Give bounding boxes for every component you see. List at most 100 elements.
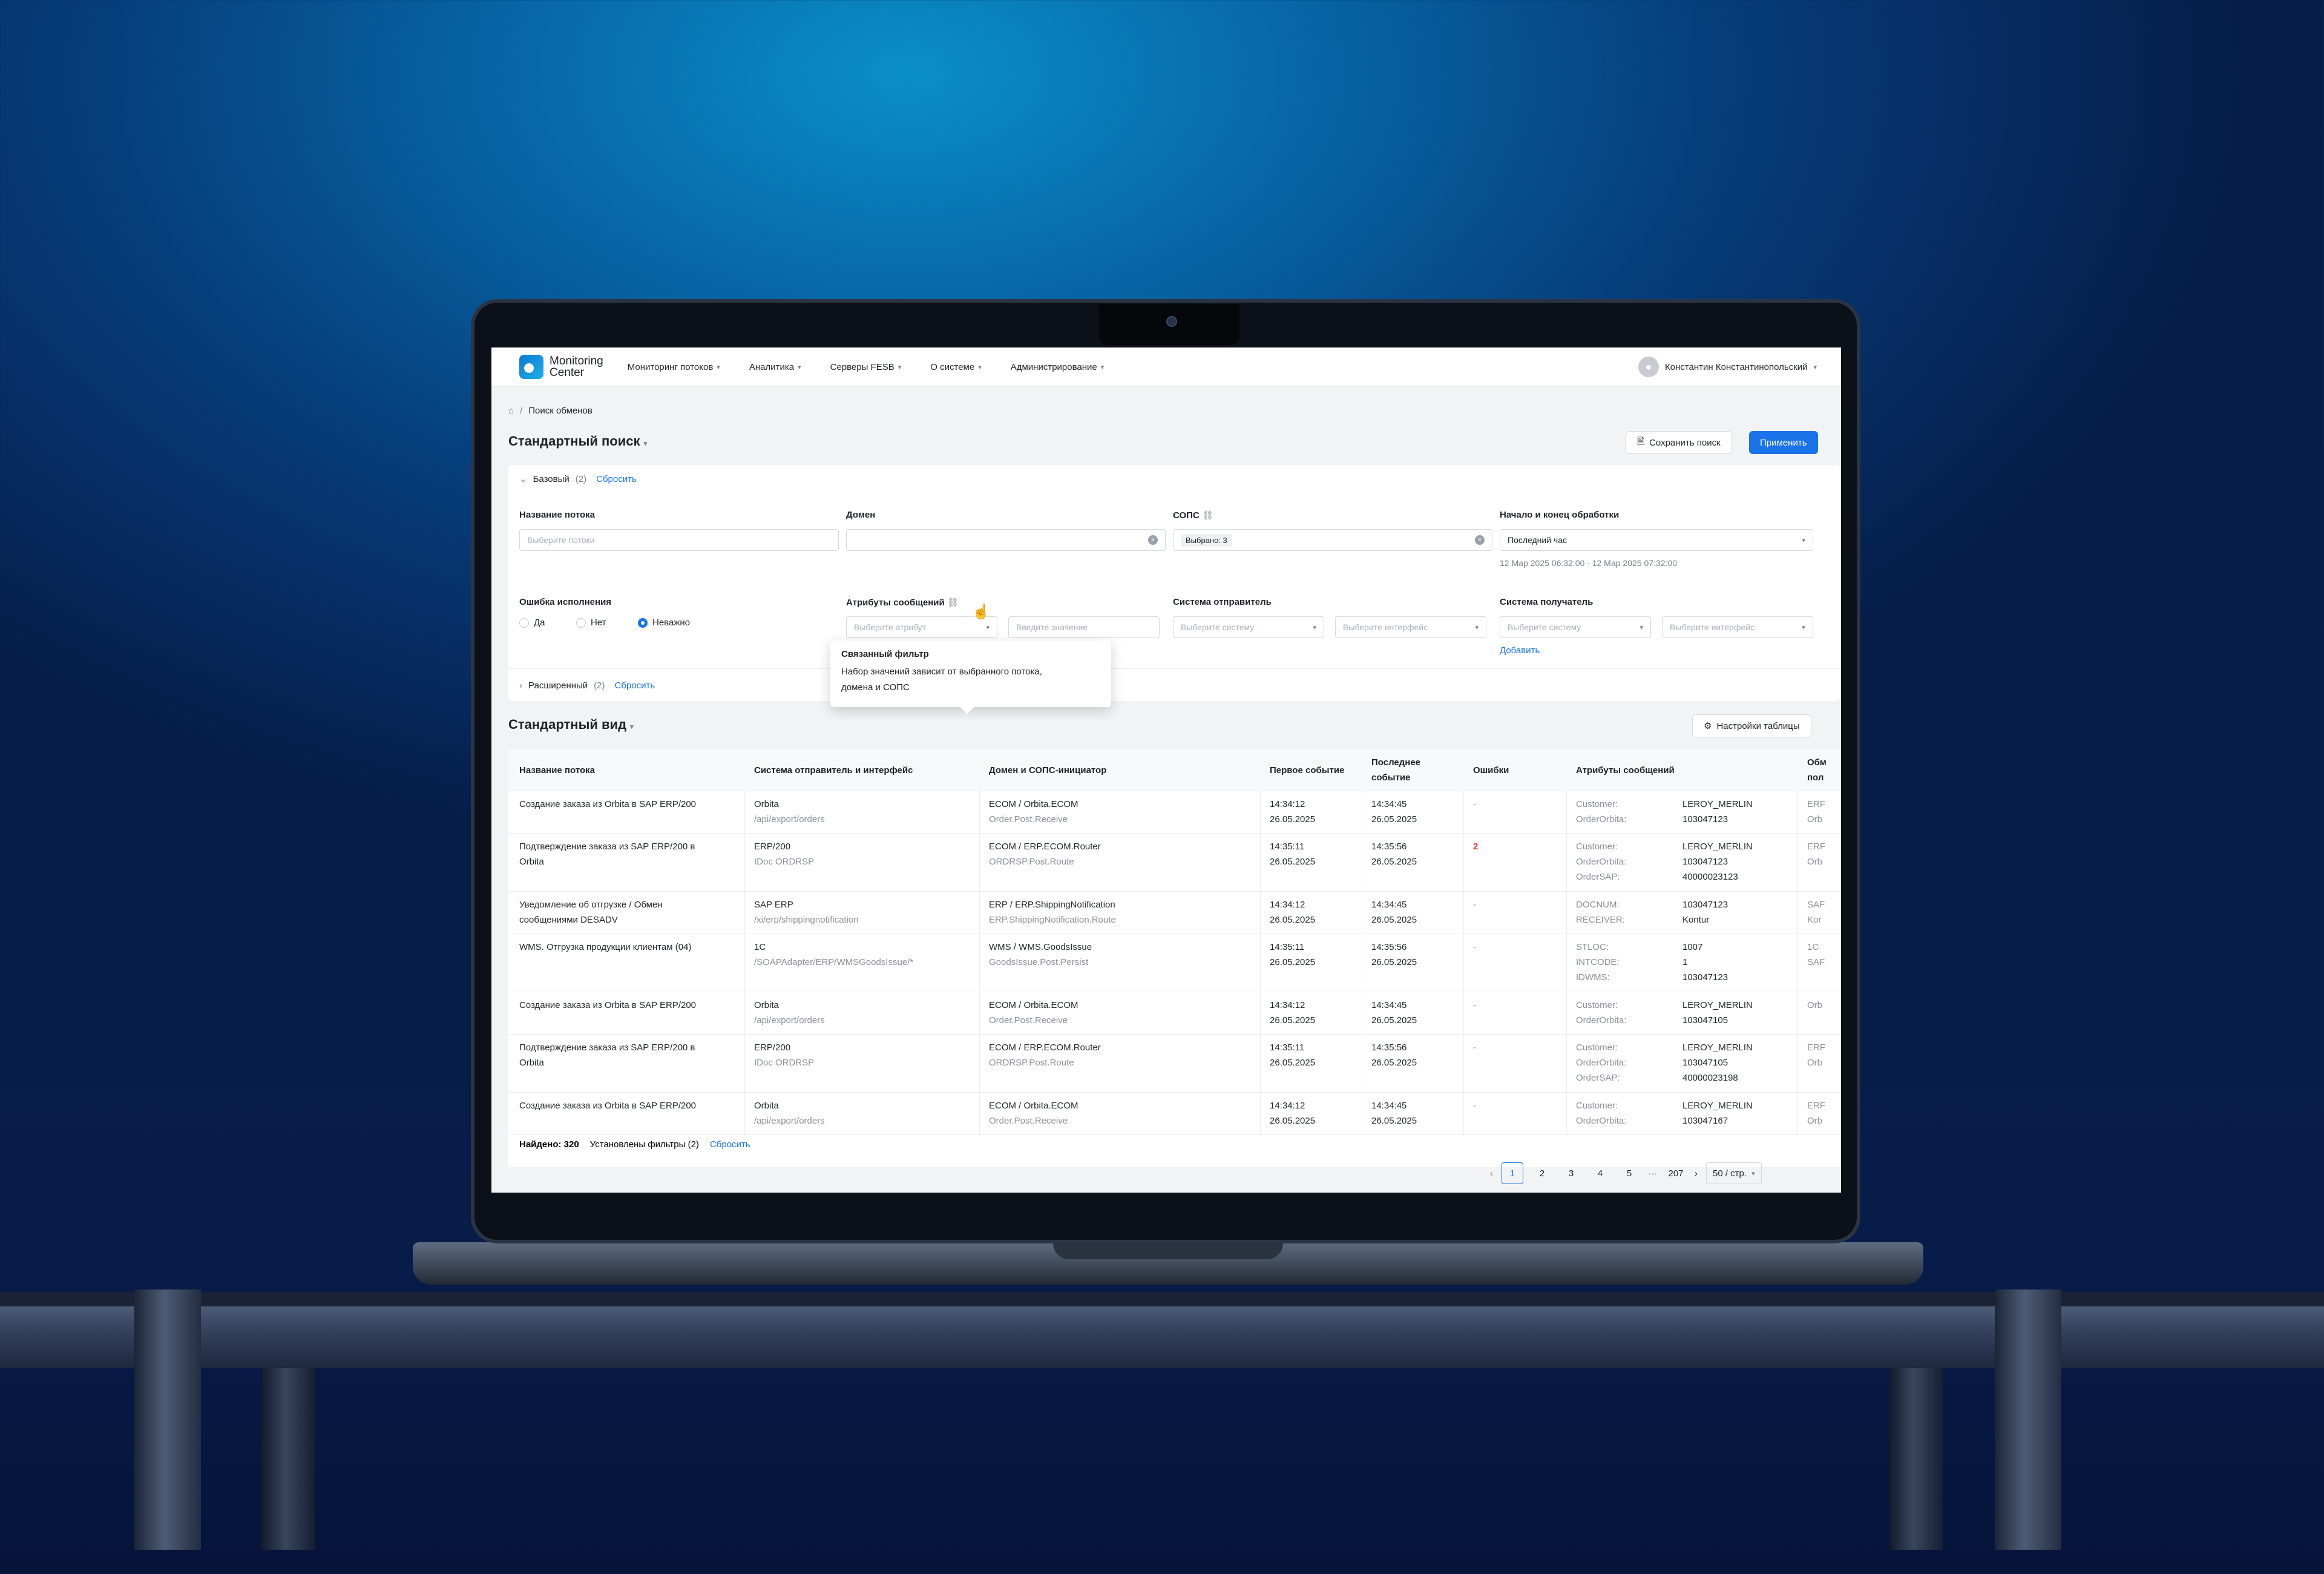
next-page-icon[interactable]: › xyxy=(1695,1168,1698,1179)
page-button[interactable]: 1 xyxy=(1502,1162,1523,1184)
attribute-value: 103047167 xyxy=(1682,1116,1728,1126)
error-any-radio[interactable]: Неважно xyxy=(638,617,690,628)
table-row[interactable]: WMS. Отгрузка продукции клиентам (04) 1C /… xyxy=(508,934,1840,992)
attributes-cell: STLOC: 1007 INTCODE: 1 IDWMS: 103047123 xyxy=(1576,940,1794,985)
column-header[interactable]: Система отправитель и интерфейс xyxy=(754,763,972,778)
page-button[interactable]: 2 xyxy=(1532,1163,1552,1184)
truncated-value: Orb xyxy=(1807,1000,1823,1010)
flow-name-cont[interactable]: Orbita xyxy=(519,854,737,869)
table-row[interactable]: Создание заказа из Orbita в SAP ERP/200 O… xyxy=(508,992,1840,1035)
period-label: Начало и конец обработки xyxy=(1500,510,1620,520)
flow-select[interactable]: Выберите потоки xyxy=(519,529,839,551)
flow-name-cont[interactable]: Orbita xyxy=(519,1055,737,1070)
table-row[interactable]: Подтверждение заказа из SAP ERP/200 в Orb… xyxy=(508,833,1840,892)
flow-name[interactable]: Создание заказа из Orbita в SAP ERP/200 xyxy=(519,998,737,1013)
column-divider xyxy=(1463,1092,1464,1134)
first-event-date: 26.05.2025 xyxy=(1270,857,1316,867)
column-divider xyxy=(1260,891,1261,934)
domain-value: ECOM / ERP.ECOM.Router xyxy=(989,841,1101,852)
attribute-row: RECEIVER: Kontur xyxy=(1576,912,1794,927)
sops-label: СОПС ⛓ xyxy=(1173,510,1213,521)
prev-page-icon[interactable]: ‹ xyxy=(1490,1168,1493,1179)
last-event-date: 26.05.2025 xyxy=(1371,814,1417,825)
column-header[interactable]: Название потока xyxy=(519,763,737,778)
attributes-cell: Customer: LEROY_MERLIN OrderOrbita: 1030471… xyxy=(1576,1098,1794,1128)
errors-cell[interactable]: 2 xyxy=(1473,839,1478,854)
nav-about[interactable]: О системе ▾ xyxy=(930,362,981,372)
sops-select[interactable]: Выбрано: 3 × xyxy=(1173,529,1492,551)
errors-cell: - xyxy=(1473,900,1476,910)
last-event-cell: 14:35:56 26.05.2025 xyxy=(1371,839,1417,869)
radio-label: Неважно xyxy=(652,617,690,628)
column-header[interactable]: Атрибуты сообщений xyxy=(1576,763,1794,778)
attribute-key: Customer: xyxy=(1576,841,1618,852)
tooltip-body-line2: домена и СОПС xyxy=(841,682,910,693)
sender-iface-select[interactable]: Выберите интерфейс ▾ xyxy=(1335,616,1486,638)
attribute-key: OrderOrbita: xyxy=(1576,814,1627,825)
page-ellipsis[interactable]: ··· xyxy=(1648,1168,1657,1179)
flow-name[interactable]: Уведомление об отгрузке / Обмен xyxy=(519,897,737,912)
nav-monitoring[interactable]: Мониторинг потоков ▾ xyxy=(628,362,720,372)
home-icon[interactable]: ⌂ xyxy=(508,406,514,416)
table-settings-button[interactable]: ⚙ Настройки таблицы xyxy=(1692,714,1811,737)
table-row[interactable]: Уведомление об отгрузке / Обмен сообщения… xyxy=(508,891,1840,934)
clear-icon[interactable]: × xyxy=(1475,535,1485,545)
page-button-last[interactable]: 207 xyxy=(1666,1163,1686,1184)
attr-value-input[interactable]: Введите значение xyxy=(1008,616,1160,638)
domain-select[interactable]: × xyxy=(846,529,1166,551)
error-yes-radio[interactable]: Да xyxy=(519,617,545,628)
sops-value: Order.Post.Receive xyxy=(989,1116,1068,1126)
flow-name[interactable]: Создание заказа из Orbita в SAP ERP/200 xyxy=(519,1098,737,1113)
truncated-value: SAF xyxy=(1807,957,1825,967)
page-size-select[interactable]: 50 / стр. ▾ xyxy=(1706,1162,1762,1184)
add-receiver-link[interactable]: Добавить xyxy=(1500,645,1540,656)
error-no-radio[interactable]: Нет xyxy=(576,617,606,628)
view-title[interactable]: Стандартный вид ▾ xyxy=(508,717,634,733)
receiver-system-select[interactable]: Выберите систему ▾ xyxy=(1500,616,1651,638)
truncated-cell: ERF Orb xyxy=(1807,797,1831,827)
column-header[interactable]: Последнее событие xyxy=(1371,755,1444,785)
attr-value-placeholder: Введите значение xyxy=(1016,622,1088,632)
flow-name-cont[interactable]: сообщениями DESADV xyxy=(519,912,737,927)
flow-name[interactable]: Подтверждение заказа из SAP ERP/200 в xyxy=(519,839,737,854)
last-event-cell: 14:35:56 26.05.2025 xyxy=(1371,940,1417,970)
page-button[interactable]: 4 xyxy=(1590,1163,1610,1184)
attribute-key: Customer: xyxy=(1576,1000,1618,1010)
attribute-value: 40000023198 xyxy=(1682,1073,1738,1083)
column-header[interactable]: Домен и СОПС-инициатор xyxy=(989,763,1207,778)
flow-name[interactable]: WMS. Отгрузка продукции клиентам (04) xyxy=(519,940,737,955)
first-event-time: 14:34:12 xyxy=(1270,1101,1305,1111)
sender-interface: /api/export/orders xyxy=(754,1015,825,1026)
first-event-date: 26.05.2025 xyxy=(1270,1015,1316,1026)
user-menu[interactable]: ● Константин Константинопольский ▾ xyxy=(1638,357,1817,377)
flow-name[interactable]: Создание заказа из Orbita в SAP ERP/200 xyxy=(519,797,737,812)
basic-section-header[interactable]: ⌄ Базовый (2) Сбросить xyxy=(519,473,637,485)
column-header[interactable]: Обм пол xyxy=(1807,755,1831,785)
column-divider xyxy=(1260,992,1261,1034)
advanced-reset-link[interactable]: Сбросить xyxy=(615,680,655,691)
receiver-iface-select[interactable]: Выберите интерфейс ▾ xyxy=(1662,616,1813,638)
nav-analytics[interactable]: Аналитика ▾ xyxy=(749,362,801,372)
page-button[interactable]: 5 xyxy=(1619,1163,1640,1184)
apply-button[interactable]: Применить xyxy=(1749,431,1818,454)
clear-icon[interactable]: × xyxy=(1148,535,1158,545)
nav-servers[interactable]: Серверы FESB ▾ xyxy=(830,362,902,372)
sender-system-select[interactable]: Выберите систему ▾ xyxy=(1173,616,1324,638)
nav-admin[interactable]: Администрирование ▾ xyxy=(1011,362,1105,372)
truncated-value: SAF xyxy=(1807,900,1825,910)
app-logo[interactable]: Monitoring Center xyxy=(519,355,603,379)
page-button[interactable]: 3 xyxy=(1561,1163,1581,1184)
table-row[interactable]: Подтверждение заказа из SAP ERP/200 в Orb… xyxy=(508,1034,1840,1093)
flow-name[interactable]: Подтверждение заказа из SAP ERP/200 в xyxy=(519,1040,737,1055)
table-row[interactable]: Создание заказа из Orbita в SAP ERP/200 O… xyxy=(508,1092,1840,1135)
domain-value: ECOM / Orbita.ECOM xyxy=(989,1000,1078,1010)
table-row[interactable]: Создание заказа из Orbita в SAP ERP/200 O… xyxy=(508,791,1840,834)
attribute-row: Customer: LEROY_MERLIN xyxy=(1576,1098,1794,1113)
link-icon[interactable]: ⛓ xyxy=(947,598,959,608)
basic-reset-link[interactable]: Сбросить xyxy=(596,474,637,484)
page-title[interactable]: Стандартный поиск ▾ xyxy=(508,433,647,449)
save-search-button[interactable]: 🗎 Сохранить поиск xyxy=(1626,431,1732,454)
advanced-section-header[interactable]: › Расширенный (2) Сбросить xyxy=(519,680,655,691)
footer-reset-link[interactable]: Сбросить xyxy=(710,1139,750,1150)
period-select[interactable]: Последний час ▾ xyxy=(1500,529,1813,551)
